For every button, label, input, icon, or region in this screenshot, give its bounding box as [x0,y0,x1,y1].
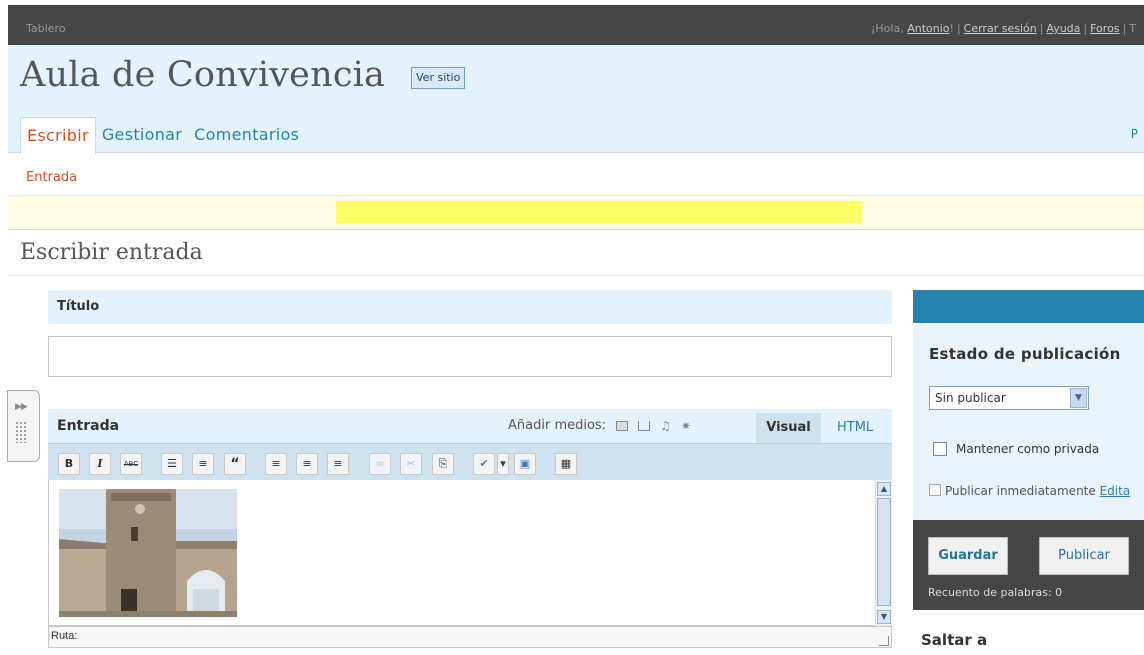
greeting-end: ! [949,22,954,35]
editor-header: Entrada Añadir medios: ♫ ✷ Visual HTML [48,409,892,443]
tower-photo-image [59,489,237,617]
logout-link[interactable]: Cerrar sesión [964,22,1037,35]
numbered-list-button[interactable]: ≡ [192,453,214,475]
greeting-text: ¡Hola, [871,22,908,35]
expand-arrows-icon: ▶▶ [15,402,28,412]
view-site-button[interactable]: Ver sitio [411,67,466,89]
link-button[interactable]: ∞ [369,453,391,475]
page-title: Escribir entrada [20,240,203,265]
inserted-photo[interactable] [59,489,237,617]
subnav-item-entrada[interactable]: Entrada [26,170,77,185]
title-input[interactable] [48,336,892,377]
editor-scrollbar[interactable]: ▲ ▼ [875,480,892,626]
publish-status-box: Estado de publicación Sin publicar ▼ Man… [913,323,1144,520]
add-video-icon[interactable] [638,420,651,431]
publish-schedule: Publicar inmediatamente Edita [929,484,1130,498]
editor-content-area[interactable]: ▲ ▼ [48,480,892,626]
kitchen-sink-button[interactable]: ▦ [555,453,577,475]
path-label: Ruta: [51,630,78,642]
add-audio-icon[interactable]: ♫ [660,419,671,433]
more-button[interactable]: ⎘ [432,453,454,475]
tab-comentarios[interactable]: Comentarios [188,117,305,153]
blockquote-button[interactable]: “ [224,453,246,475]
publish-button[interactable]: Publicar [1039,537,1129,575]
user-links: ¡Hola, Antonio! | Cerrar sesión | Ayuda | Foro… [871,22,1136,35]
private-checkbox[interactable] [933,442,947,456]
scroll-thumb[interactable] [877,498,891,606]
add-media-bar: Añadir medios: ♫ ✷ [508,418,691,433]
tab-visual[interactable]: Visual [756,413,821,443]
forums-link[interactable]: Foros [1090,22,1119,35]
private-checkbox-label: Mantener como privada [956,442,1100,456]
sub-navigation: Entrada [8,154,1144,196]
scroll-up-icon[interactable]: ▲ [877,482,891,496]
notice-highlight [336,201,862,223]
publish-status-title: Estado de publicación [929,345,1121,363]
edit-schedule-link[interactable]: Edita [1100,484,1131,498]
italic-button[interactable]: I [89,453,111,475]
help-link[interactable]: Ayuda [1046,22,1080,35]
spellcheck-dropdown[interactable]: ▾ [497,453,509,475]
tab-escribir[interactable]: Escribir [20,117,96,154]
sidebar-collapse-handle[interactable]: ▶▶ [7,390,40,462]
sidebar-top-strip [913,290,1144,323]
fullscreen-button[interactable]: ▣ [514,453,536,475]
tab-html[interactable]: HTML [831,413,879,443]
status-select-value: Sin publicar [935,391,1006,405]
align-right-button[interactable]: ≡ [327,453,349,475]
align-center-button[interactable]: ≡ [296,453,318,475]
publish-now-text: Publicar inmediatamente [945,484,1096,498]
chevron-down-icon[interactable]: ▼ [1070,388,1087,408]
save-button[interactable]: Guardar [928,537,1008,575]
unlink-button[interactable]: ✂ [400,453,422,475]
heading-divider [8,275,1144,276]
add-image-icon[interactable] [616,420,629,431]
word-count: Recuento de palabras: 0 [928,586,1063,599]
resize-handle-icon[interactable] [879,636,889,646]
site-title: Aula de Convivencia [20,55,386,95]
tab-right-truncated[interactable]: P [1131,127,1138,141]
title-box-header: Título [48,290,892,324]
notice-band [8,196,1144,230]
editor-label: Entrada [57,418,120,434]
truncated-link[interactable]: T [1129,22,1136,35]
editor-path-bar: Ruta: [48,626,892,648]
editor-toolbar: B I ABC ☰ ≡ “ ≡ ≡ ≡ ∞ ✂ ⎘ ✔ ▾ ▣ ▦ [48,443,892,480]
add-media-label: Añadir medios: [508,418,607,433]
publish-actions-bar: Guardar Publicar Recuento de palabras: 0 [913,520,1144,610]
add-media-icon[interactable]: ✷ [681,419,691,433]
scroll-down-icon[interactable]: ▼ [877,610,891,624]
bold-button[interactable]: B [58,453,80,475]
status-select[interactable]: Sin publicar ▼ [929,386,1089,410]
site-header: Aula de Convivencia Ver sitio Escribir G… [8,45,1144,154]
title-label: Título [57,299,100,314]
admin-top-bar: Tablero ¡Hola, Antonio! | Cerrar sesión | Ay… [8,5,1144,45]
calendar-icon [929,484,941,496]
main-tabs: Escribir Gestionar Comentarios [20,117,305,154]
align-left-button[interactable]: ≡ [265,453,287,475]
spellcheck-button[interactable]: ✔ [473,453,495,475]
strikethrough-button[interactable]: ABC [120,453,142,475]
tab-gestionar[interactable]: Gestionar [96,117,188,153]
grip-icon [15,421,27,443]
jump-to-heading: Saltar a [921,631,988,649]
bullet-list-button[interactable]: ☰ [161,453,183,475]
user-profile-link[interactable]: Antonio [907,22,949,35]
dashboard-link[interactable]: Tablero [26,22,65,35]
